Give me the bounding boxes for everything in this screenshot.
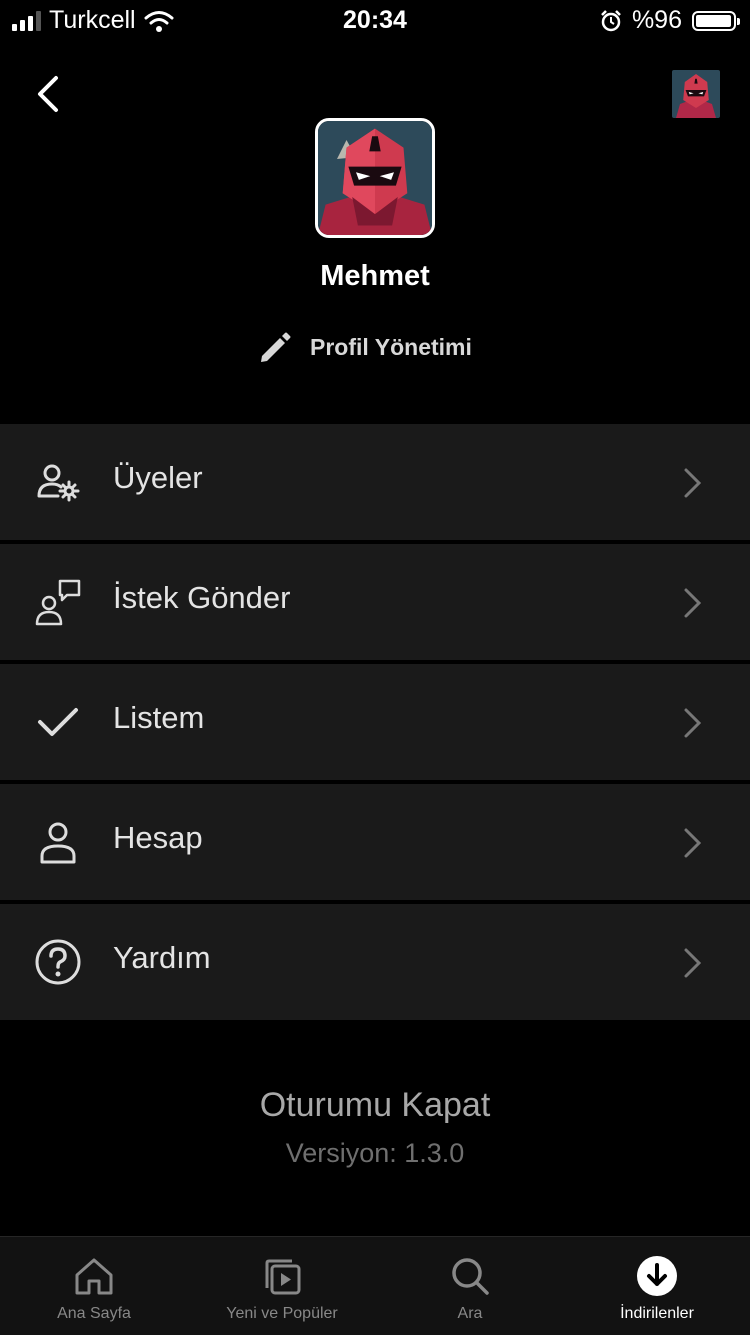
menu-item-account[interactable]: Hesap <box>0 784 750 900</box>
profile-manage-label: Profil Yönetimi <box>310 333 472 360</box>
profile-manage-button[interactable]: Profil Yönetimi <box>258 330 472 364</box>
home-icon <box>75 1258 113 1295</box>
menu-item-label: Üyeler <box>113 460 203 495</box>
settings-menu: Üyeler İstek Gönder Listem Hesap Yardım <box>0 424 750 1024</box>
help-icon <box>35 939 81 985</box>
logout-button[interactable]: Oturumu Kapat <box>0 1086 750 1125</box>
chevron-right-icon <box>684 708 702 738</box>
members-settings-icon <box>37 464 80 502</box>
corner-profile-avatar[interactable] <box>672 70 720 118</box>
tab-label: İndirilenler <box>620 1305 694 1322</box>
account-icon <box>40 822 76 864</box>
battery-percent: %96 <box>631 6 682 34</box>
chevron-right-icon <box>684 468 702 498</box>
tab-new-popular[interactable]: Yeni ve Popüler <box>188 1237 376 1335</box>
status-bar: Turkcell 20:34 %96 <box>0 0 750 40</box>
chevron-right-icon <box>684 828 702 858</box>
back-button[interactable] <box>30 72 70 116</box>
request-chat-icon <box>35 579 81 626</box>
tab-home[interactable]: Ana Sayfa <box>0 1237 188 1335</box>
menu-item-my-list[interactable]: Listem <box>0 664 750 780</box>
tab-search[interactable]: Ara <box>376 1237 564 1335</box>
tab-downloads[interactable]: İndirilenler <box>564 1237 750 1335</box>
menu-item-send-request[interactable]: İstek Gönder <box>0 544 750 660</box>
status-right: %96 <box>600 6 740 35</box>
battery-icon <box>692 10 740 31</box>
version-label: Versiyon: 1.3.0 <box>285 1138 465 1168</box>
menu-item-members[interactable]: Üyeler <box>0 424 750 540</box>
pencil-icon <box>261 332 291 362</box>
menu-item-label: Hesap <box>113 820 203 855</box>
profile-name: Mehmet <box>320 260 430 292</box>
menu-item-label: Yardım <box>113 940 211 975</box>
profile-avatar[interactable] <box>315 118 435 238</box>
new-popular-icon <box>265 1259 301 1295</box>
search-icon <box>452 1258 489 1295</box>
menu-item-label: Listem <box>113 700 205 735</box>
chevron-right-icon <box>684 948 702 978</box>
profile-avatar-icon <box>672 70 720 118</box>
profile-avatar-icon <box>318 121 432 235</box>
tab-label: Ara <box>457 1305 483 1322</box>
tab-bar: Ana Sayfa Yeni ve Popüler Ara İndirilenl… <box>0 1236 750 1335</box>
checkmark-icon <box>38 708 78 736</box>
tab-label: Yeni ve Popüler <box>226 1305 338 1322</box>
menu-item-label: İstek Gönder <box>113 580 291 615</box>
download-icon <box>637 1256 677 1296</box>
tab-label: Ana Sayfa <box>57 1305 131 1322</box>
chevron-right-icon <box>684 588 702 618</box>
alarm-icon <box>601 9 621 31</box>
menu-item-help[interactable]: Yardım <box>0 904 750 1020</box>
